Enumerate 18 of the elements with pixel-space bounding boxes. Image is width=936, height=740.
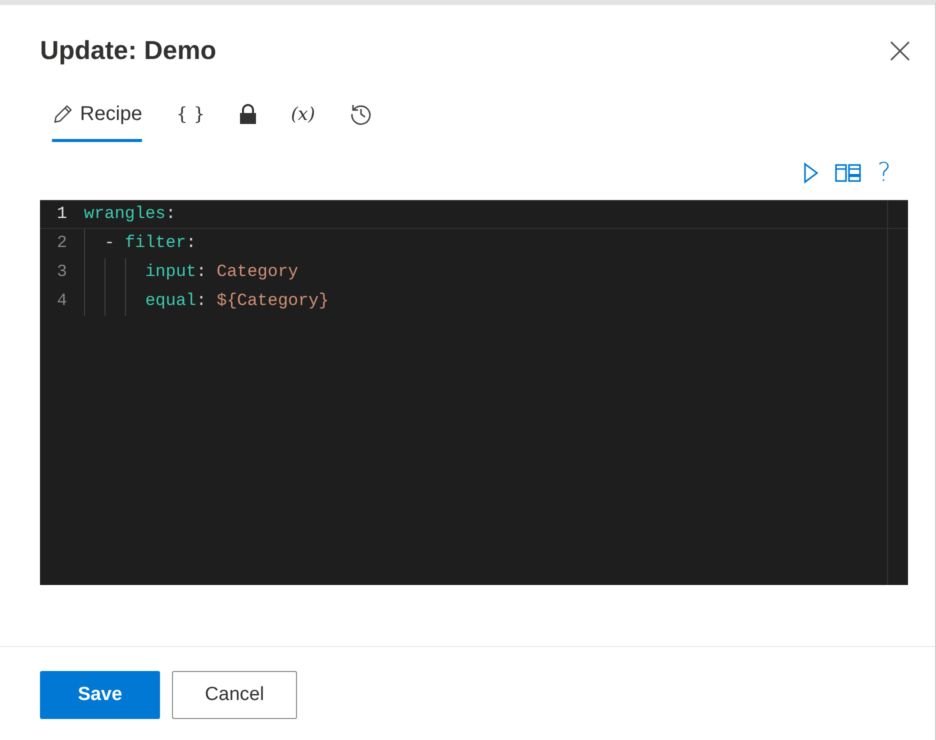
pencil-icon [52, 103, 74, 125]
save-button[interactable]: Save [40, 671, 160, 719]
line-number: 4 [56, 290, 68, 313]
split-view-icon [835, 164, 862, 182]
tab[interactable]: { } [176, 93, 205, 142]
line-number: 1 [56, 204, 68, 226]
line-number: 3 [56, 262, 68, 284]
dialog-title: Update: Demo [40, 35, 216, 67]
history-icon [349, 102, 374, 126]
lock-icon [238, 104, 257, 124]
help-button[interactable]: ? [869, 158, 899, 188]
tab[interactable]: (x) [290, 93, 316, 142]
play-icon [803, 162, 820, 184]
code-editor[interactable]: 1 wrangles: 2 - filter: 3 input: Category 4 equal: ${Category} [40, 200, 908, 585]
line-number: 2 [56, 232, 68, 255]
close-icon [889, 40, 911, 62]
cancel-button[interactable]: Cancel [172, 671, 297, 719]
tab[interactable]: Recipe [52, 93, 142, 142]
